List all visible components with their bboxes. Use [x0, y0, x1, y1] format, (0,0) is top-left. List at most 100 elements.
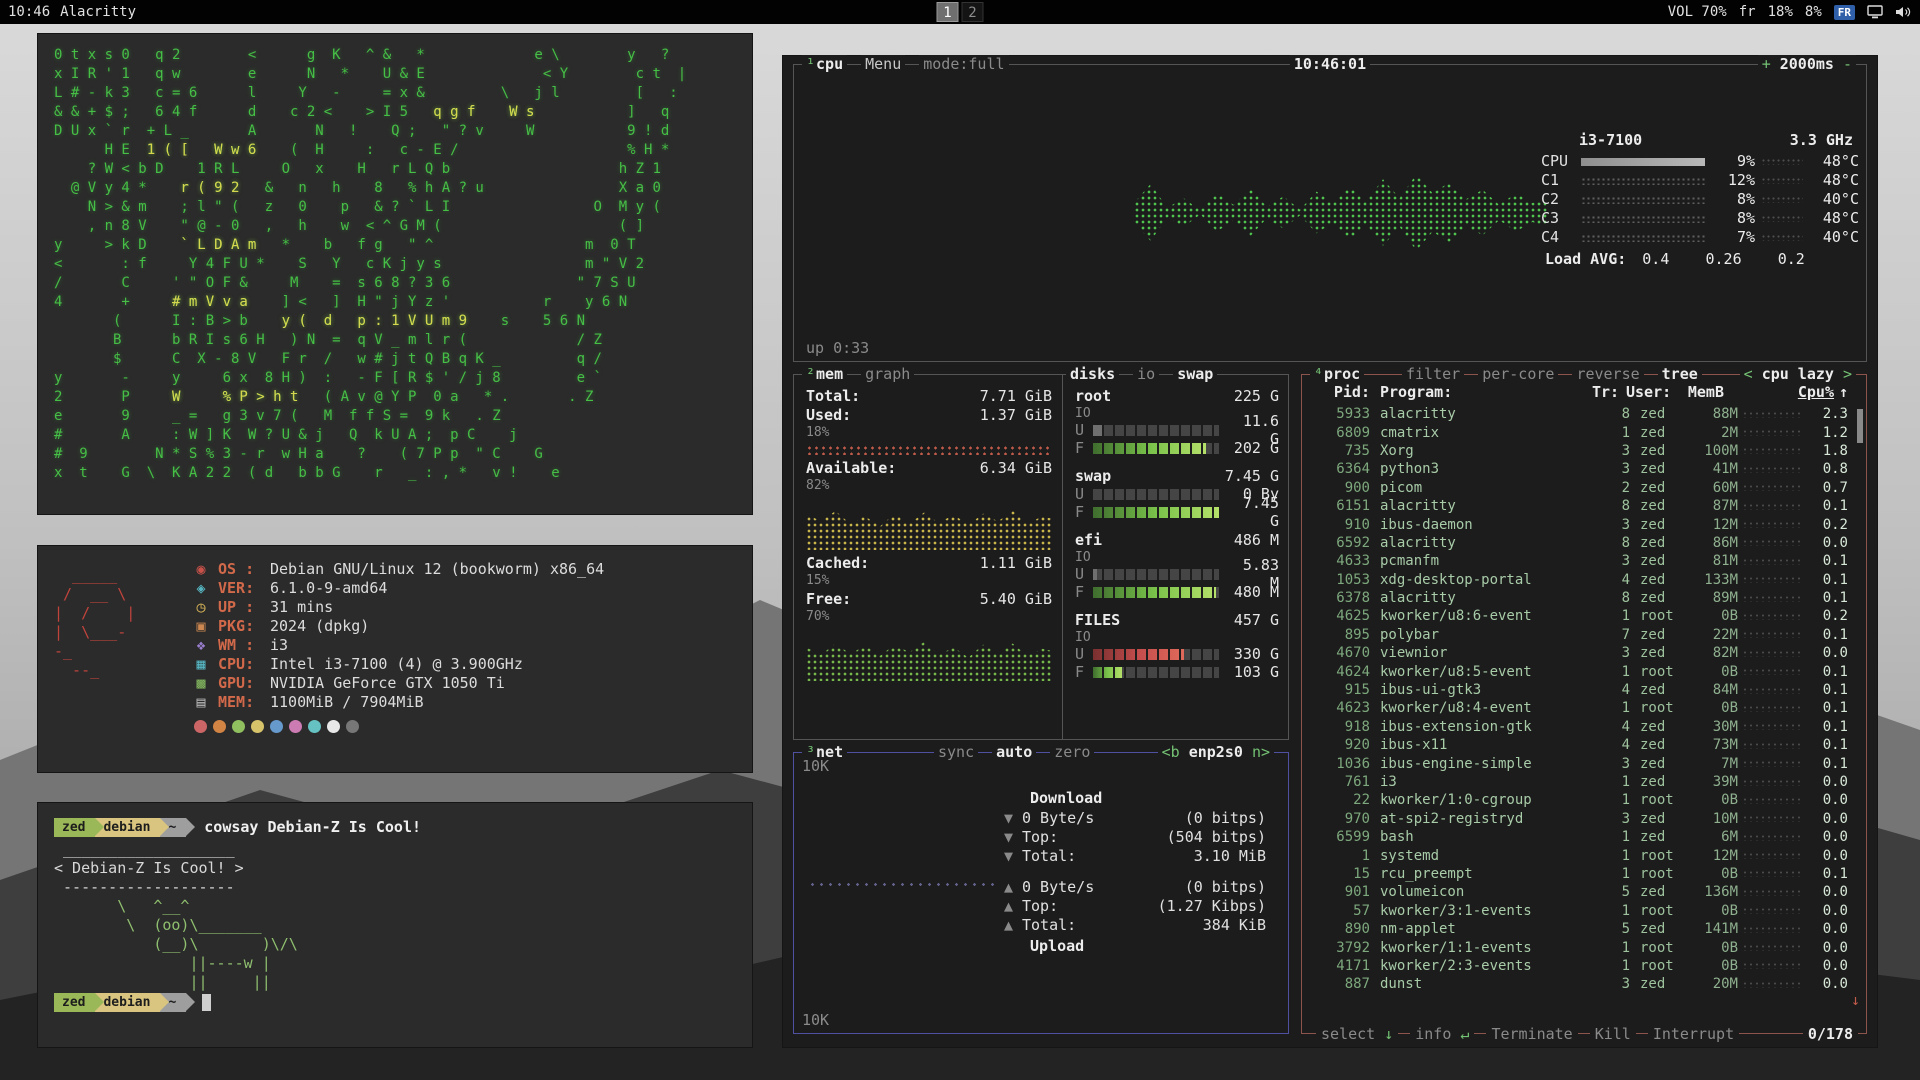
process-memory: 12M: [1688, 517, 1738, 533]
header-pid[interactable]: Pid:: [1312, 383, 1370, 401]
workspace-button[interactable]: 2: [962, 2, 984, 22]
process-row[interactable]: 3792 kworker/1:1-events 1 root 0B 0.0: [1312, 938, 1848, 956]
process-cpu-graph: [1742, 558, 1804, 565]
terminal-cowsay[interactable]: zed debian ~ cowsay Debian-Z Is Cool! __…: [37, 802, 753, 1048]
terminal-cursor[interactable]: [202, 994, 211, 1011]
scroll-down-icon[interactable]: ↓: [1851, 991, 1860, 1009]
header-program[interactable]: Program:: [1370, 383, 1592, 401]
process-row[interactable]: 761 i3 1 zed 39M 0.0: [1312, 773, 1848, 791]
net-option[interactable]: auto: [992, 743, 1036, 761]
core-meter: [1581, 177, 1705, 185]
process-row[interactable]: 5933 alacritty 8 zed 88M 2.3: [1312, 405, 1848, 423]
process-row[interactable]: 901 volumeicon 5 zed 136M 0.0: [1312, 883, 1848, 901]
mem-graph-toggle[interactable]: graph: [861, 365, 914, 383]
net-device-next-button[interactable]: n>: [1252, 743, 1270, 761]
proc-action-button[interactable]: Interrupt: [1648, 1025, 1739, 1043]
process-row[interactable]: 15 rcu_preempt 1 root 0B 0.1: [1312, 865, 1848, 883]
mem-stat-label: Used:: [806, 406, 851, 425]
header-cpu[interactable]: Cpu%: [1794, 383, 1834, 401]
process-row[interactable]: 970 at-spi2-registryd 3 zed 10M 0.0: [1312, 810, 1848, 828]
process-row[interactable]: 6592 alacritty 8 zed 86M 0.0: [1312, 534, 1848, 552]
proc-action-button[interactable]: info ↵: [1410, 1025, 1474, 1043]
proc-action-button[interactable]: Terminate: [1486, 1025, 1577, 1043]
process-cpu-percent: 0.0: [1808, 884, 1848, 900]
process-row[interactable]: 910 ibus-daemon 3 zed 12M 0.2: [1312, 515, 1848, 533]
process-pid: 4670: [1312, 645, 1370, 661]
terminal-fastfetch[interactable]: _____ / __ \ | / | | \___- -_ --_ ◉ OS :…: [37, 545, 753, 773]
net-device-prev-button[interactable]: <b: [1162, 743, 1180, 761]
sysinfo-row: ▦ CPU: Intel i3-7100 (4) @ 3.900GHz: [192, 655, 604, 674]
process-memory: 0B: [1688, 958, 1738, 974]
process-row[interactable]: 900 picom 2 zed 60M 0.7: [1312, 479, 1848, 497]
sysinfo-value: 1100MiB / 7904MiB: [270, 693, 424, 712]
process-name: xdg-desktop-portal: [1370, 572, 1606, 588]
process-row[interactable]: 4171 kworker/2:3-events 1 root 0B 0.0: [1312, 957, 1848, 975]
speaker-icon[interactable]: [1895, 5, 1912, 19]
process-name: ibus-daemon: [1370, 517, 1606, 533]
process-pid: 4623: [1312, 700, 1370, 716]
header-user[interactable]: User:: [1616, 383, 1674, 401]
process-pid: 887: [1312, 976, 1370, 992]
menu-button[interactable]: Menu: [861, 55, 905, 73]
process-cpu-graph: [1742, 889, 1804, 896]
process-row[interactable]: 4623 kworker/u8:4-event 1 root 0B 0.1: [1312, 699, 1848, 717]
mem-tab[interactable]: ²mem: [802, 365, 847, 383]
sort-next-button[interactable]: >: [1843, 365, 1852, 383]
terminal-cmatrix[interactable]: 0 t x s 0 q 2 < g K ^ & * e \ y ? x I R …: [37, 33, 753, 515]
sort-direction-icon[interactable]: ↑: [1834, 383, 1848, 401]
process-row[interactable]: 895 polybar 7 zed 22M 0.1: [1312, 626, 1848, 644]
process-pid: 6809: [1312, 425, 1370, 441]
header-memory[interactable]: MemB: [1674, 383, 1724, 401]
process-memory: 0B: [1688, 866, 1738, 882]
process-row[interactable]: 1 systemd 1 root 12M 0.0: [1312, 846, 1848, 864]
mode-toggle[interactable]: mode:full: [919, 55, 1008, 73]
workspace-button[interactable]: 1: [937, 2, 959, 22]
process-row[interactable]: 918 ibus-extension-gtk 4 zed 30M 0.1: [1312, 718, 1848, 736]
upload-arrow-icon: ▲: [1004, 916, 1022, 935]
process-name: kworker/1:1-events: [1370, 940, 1606, 956]
process-user: zed: [1630, 590, 1688, 606]
process-row[interactable]: 890 nm-applet 5 zed 141M 0.0: [1312, 920, 1848, 938]
focused-window-title: Alacritty: [60, 4, 136, 20]
terminal-btop[interactable]: ¹cpu Menu mode:full 10:46:01 + 2000ms - …: [782, 55, 1878, 1048]
process-row[interactable]: 22 kworker/1:0-cgroup 1 root 0B 0.0: [1312, 791, 1848, 809]
process-row[interactable]: 6364 python3 3 zed 41M 0.8: [1312, 460, 1848, 478]
proc-tab[interactable]: ⁴proc: [1310, 365, 1364, 383]
process-row[interactable]: 1053 xdg-desktop-portal 4 zed 133M 0.1: [1312, 571, 1848, 589]
proc-option[interactable]: reverse: [1572, 365, 1643, 383]
process-row[interactable]: 887 dunst 3 zed 20M 0.0: [1312, 975, 1848, 993]
interval-decrease-button[interactable]: -: [1843, 55, 1852, 73]
language-badge[interactable]: FR: [1834, 5, 1855, 20]
process-row[interactable]: 6809 cmatrix 1 zed 2M 1.2: [1312, 423, 1848, 441]
shell-prompt-active[interactable]: zed debian ~: [54, 992, 736, 1013]
process-scrollbar[interactable]: [1857, 409, 1863, 443]
process-row[interactable]: 6378 alacritty 8 zed 89M 0.1: [1312, 589, 1848, 607]
process-row[interactable]: 57 kworker/3:1-events 1 root 0B 0.0: [1312, 902, 1848, 920]
process-row[interactable]: 4633 pcmanfm 3 zed 81M 0.1: [1312, 552, 1848, 570]
process-threads: 3: [1606, 461, 1630, 477]
process-row[interactable]: 915 ibus-ui-gtk3 4 zed 84M 0.1: [1312, 681, 1848, 699]
cpu-tab[interactable]: ¹cpu: [802, 55, 847, 73]
process-row[interactable]: 735 Xorg 3 zed 100M 1.8: [1312, 442, 1848, 460]
header-threads[interactable]: Tr:: [1592, 383, 1616, 401]
proc-option[interactable]: filter: [1402, 365, 1464, 383]
process-row[interactable]: 6599 bash 1 zed 6M 0.0: [1312, 828, 1848, 846]
sort-prev-button[interactable]: <: [1744, 365, 1753, 383]
net-option[interactable]: sync: [934, 743, 978, 761]
process-row[interactable]: 4624 kworker/u8:5-event 1 root 0B 0.1: [1312, 662, 1848, 680]
proc-action-button[interactable]: select ↓: [1316, 1025, 1398, 1043]
interval-increase-button[interactable]: +: [1762, 55, 1771, 73]
process-cpu-graph: [1742, 962, 1804, 969]
core-percent: 7%: [1713, 228, 1755, 247]
process-row[interactable]: 1036 ibus-engine-simple 3 zed 7M 0.1: [1312, 754, 1848, 772]
net-option[interactable]: zero: [1050, 743, 1094, 761]
proc-option[interactable]: tree: [1658, 365, 1702, 383]
process-row[interactable]: 4670 viewnior 3 zed 82M 0.0: [1312, 644, 1848, 662]
net-upload-row: ▲ 0 Byte/s (0 bitps): [1004, 878, 1266, 897]
sort-selector[interactable]: cpu lazy: [1762, 365, 1834, 383]
process-row[interactable]: 6151 alacritty 8 zed 87M 0.1: [1312, 497, 1848, 515]
process-row[interactable]: 4625 kworker/u8:6-event 1 root 0B 0.2: [1312, 607, 1848, 625]
proc-option[interactable]: per-core: [1478, 365, 1558, 383]
process-row[interactable]: 920 ibus-x11 4 zed 73M 0.1: [1312, 736, 1848, 754]
proc-action-button[interactable]: Kill: [1590, 1025, 1636, 1043]
